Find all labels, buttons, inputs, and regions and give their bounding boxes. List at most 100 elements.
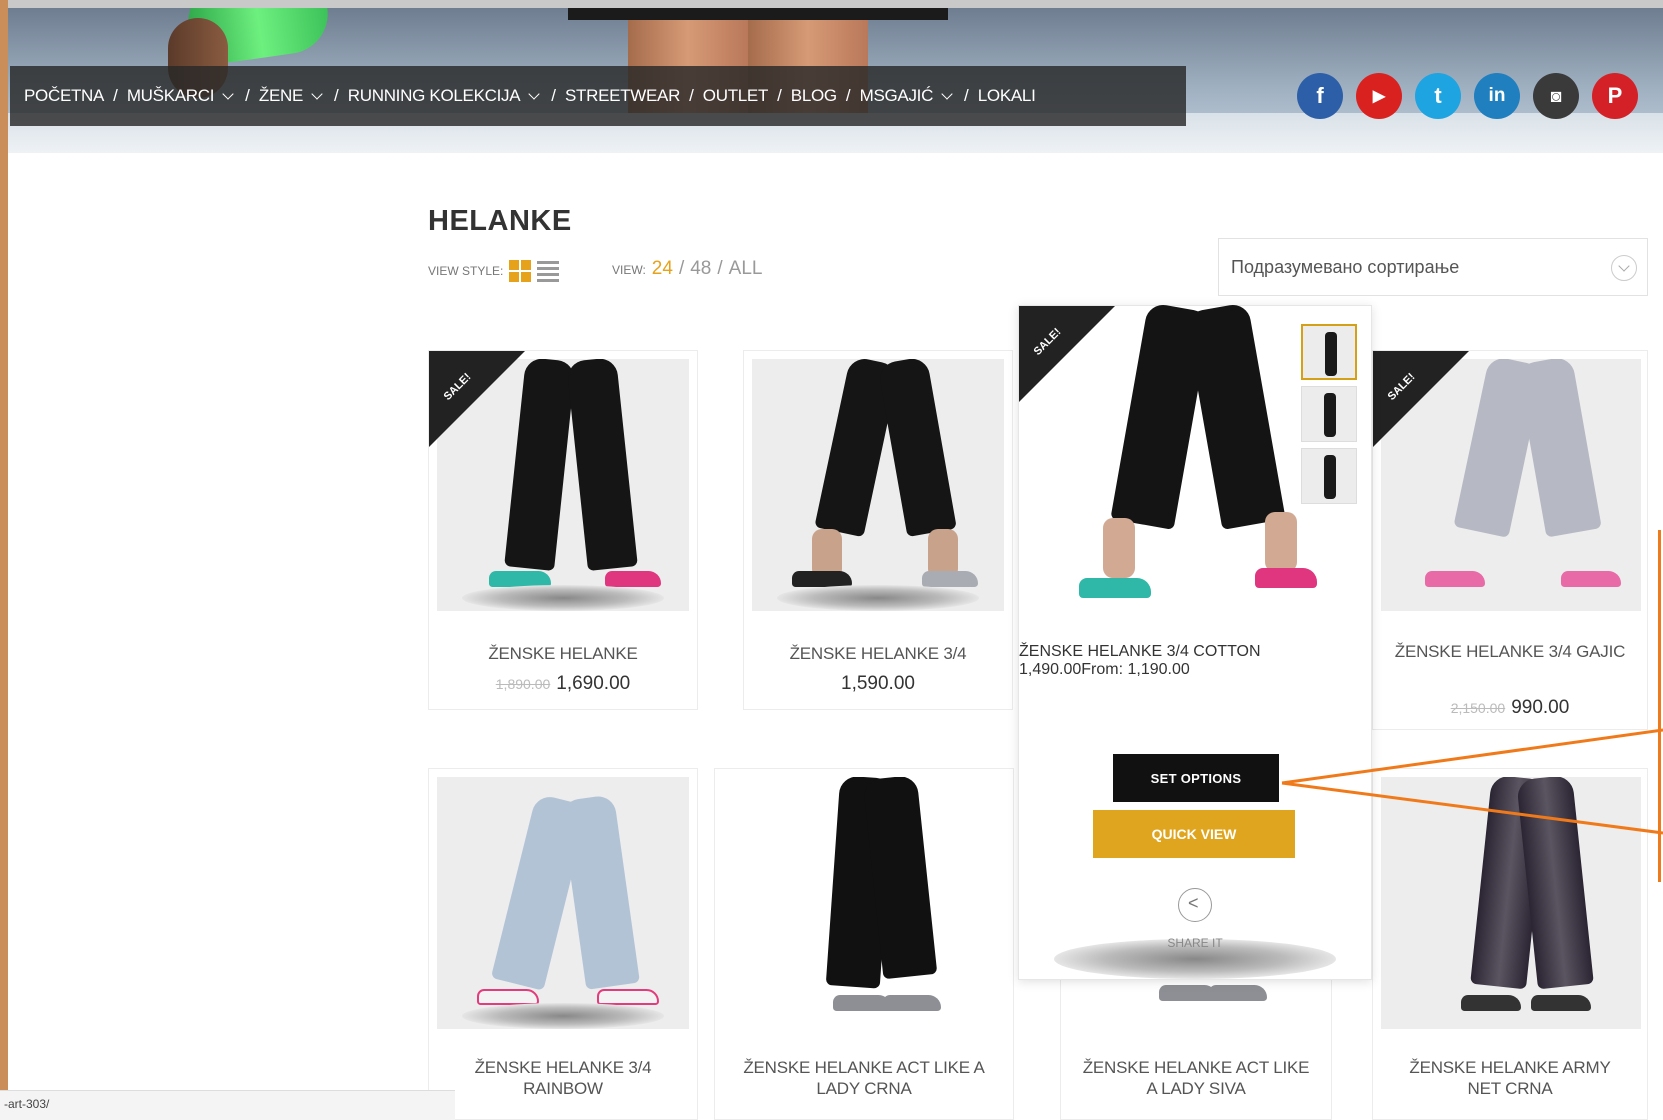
leg [1265, 512, 1297, 572]
nav-separator: / [777, 86, 782, 105]
thumbnail-3[interactable] [1301, 448, 1357, 504]
sort-value: Подразумевано сортирање [1231, 257, 1460, 277]
product-price: 1,590.00 [744, 673, 1012, 695]
product-image[interactable] [723, 777, 1007, 1029]
nav-label: BLOG [790, 86, 837, 105]
floor-logo [462, 1003, 664, 1029]
view-option-24[interactable]: 24 [652, 258, 673, 280]
legging-right [560, 794, 640, 990]
nav-separator: / [964, 86, 969, 105]
floor-logo [462, 585, 664, 611]
shoe [1531, 995, 1591, 1011]
linkedin-icon[interactable]: in [1474, 73, 1520, 119]
shoe [605, 571, 661, 587]
product-name[interactable]: ŽENSKE HELANKE 3/4 GAJIC [1373, 641, 1647, 662]
product-name[interactable]: ŽENSKE HELANKE [429, 643, 697, 664]
product-name[interactable]: ŽENSKE HELANKE ACT LIKE A LADY SIVA [1061, 1057, 1331, 1099]
linkedin-glyph: in [1488, 85, 1506, 106]
product-name[interactable]: ŽENSKE HELANKE 3/4 RAINBOW [429, 1057, 697, 1099]
main-nav: POČETNA / MUŠKARCI / ŽENE / RUNNING KOLE… [10, 66, 1186, 126]
product-name[interactable]: ŽENSKE HELANKE ACT LIKE A LADY CRNA [715, 1057, 1013, 1099]
product-card[interactable]: SALE! ŽENSKE HELANKE 1,890.00 1,690.00 [428, 350, 698, 710]
product-card[interactable]: ŽENSKE HELANKE 3/4 RAINBOW [428, 768, 698, 1120]
nav-item-blog[interactable]: BLOG [791, 86, 837, 106]
thumbnail-1[interactable] [1301, 324, 1357, 380]
chevron-down-icon [528, 87, 540, 100]
instagram-icon[interactable]: ◙ [1533, 73, 1579, 119]
chevron-down-icon [1611, 255, 1637, 281]
product-name[interactable]: ŽENSKE HELANKE 3/4 COTTON [1019, 643, 1371, 661]
nav-label: MSGAJIĆ [859, 86, 934, 105]
chevron-down-icon [311, 87, 323, 100]
nav-item-pocetna[interactable]: POČETNA [24, 86, 104, 106]
sale-badge [1373, 351, 1469, 447]
nav-item-lokali[interactable]: LOKALI [978, 86, 1036, 106]
product-card[interactable]: ŽENSKE HELANKE 3/4 1,590.00 [743, 350, 1013, 710]
product-name[interactable]: ŽENSKE HELANKE 3/4 [744, 643, 1012, 664]
set-options-button[interactable]: SET OPTIONS [1113, 754, 1279, 802]
view-style-label: VIEW STYLE: [428, 264, 504, 278]
shoe [1255, 568, 1317, 588]
shoe [1425, 571, 1485, 587]
nav-item-streetwear[interactable]: STREETWEAR [565, 86, 680, 106]
nav-item-outlet[interactable]: OUTLET [702, 86, 769, 106]
share-icon[interactable] [1178, 888, 1212, 922]
product-name[interactable]: ŽENSKE HELANKE ARMY NET CRNA [1373, 1057, 1647, 1099]
shoe [1461, 995, 1521, 1011]
nav-separator: / [845, 86, 851, 105]
shoe [883, 995, 941, 1011]
product-price: 1,890.00 1,690.00 [429, 673, 697, 695]
nav-label: ŽENE [258, 86, 304, 105]
browser-status-url: -art-303/ [0, 1090, 455, 1120]
hero-shorts [568, 8, 948, 20]
shoe [1079, 578, 1151, 598]
product-image[interactable] [437, 777, 689, 1029]
legging-right [877, 359, 957, 538]
twitter-icon[interactable]: t [1415, 73, 1461, 119]
window-left-border [0, 0, 8, 1120]
per-page-selector: VIEW: 24 / 48 / ALL [612, 258, 762, 280]
thumbnail-strip [1301, 324, 1357, 504]
view-option-48[interactable]: 48 [690, 258, 711, 280]
legging-right [1184, 302, 1286, 530]
nav-label: OUTLET [702, 86, 769, 105]
facebook-icon[interactable]: f [1297, 73, 1343, 119]
nav-label: RUNNING KOLEKCIJA [347, 86, 521, 105]
shoe [1561, 571, 1621, 587]
shoe [792, 571, 852, 587]
shoe [1209, 985, 1267, 1001]
current-price: From: 1,190.00 [1081, 661, 1190, 678]
nav-item-msgajic[interactable]: MSGAJIĆ [860, 86, 955, 106]
product-image[interactable] [752, 359, 1004, 611]
youtube-icon[interactable]: ▶ [1356, 73, 1402, 119]
youtube-glyph: ▶ [1372, 88, 1386, 105]
twitter-glyph: t [1434, 83, 1442, 108]
product-card[interactable]: SALE! ŽENSKE HELANKE 3/4 GAJIC 2,150.00 9… [1372, 350, 1648, 730]
shoe [597, 989, 659, 1005]
product-card[interactable]: ŽENSKE HELANKE ACT LIKE A LADY CRNA [714, 768, 1014, 1120]
nav-label: MUŠKARCI [126, 86, 215, 105]
thumbnail-2[interactable] [1301, 386, 1357, 442]
nav-label: POČETNA [24, 86, 105, 105]
old-price: 1,490.00 [1019, 661, 1082, 678]
pinterest-icon[interactable]: P [1592, 73, 1638, 119]
view-label: VIEW: [612, 263, 646, 277]
nav-item-muskarci[interactable]: MUŠKARCI [127, 86, 236, 106]
nav-item-zene[interactable]: ŽENE [259, 86, 325, 106]
product-price: 1,490.00From: 1,190.00 [1019, 661, 1371, 679]
quick-view-button[interactable]: QUICK VIEW [1093, 810, 1295, 858]
floor-logo [777, 585, 979, 611]
chevron-down-icon [941, 87, 953, 100]
nav-separator: / [689, 86, 694, 105]
nav-item-running[interactable]: RUNNING KOLEKCIJA [348, 86, 543, 106]
facebook-glyph: f [1316, 83, 1324, 108]
list-view-icon[interactable] [537, 260, 560, 282]
chevron-down-icon [222, 87, 234, 100]
view-separator: / [717, 258, 723, 279]
view-option-all[interactable]: ALL [729, 258, 763, 280]
annotation-arrow [1281, 728, 1663, 835]
grid-view-icon[interactable] [509, 260, 532, 282]
nav-label: STREETWEAR [565, 86, 681, 105]
legging-right [566, 359, 638, 572]
sort-select[interactable]: Подразумевано сортирање [1218, 238, 1648, 296]
